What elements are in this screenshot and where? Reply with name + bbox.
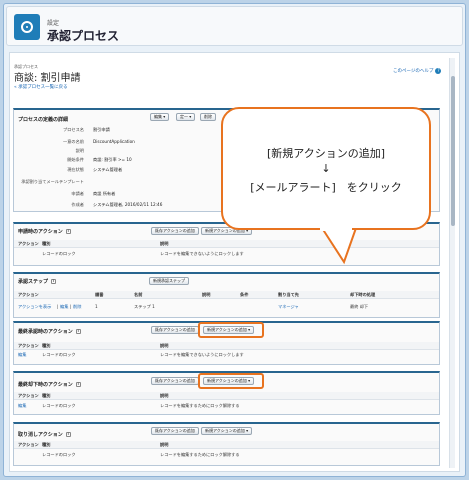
info-icon[interactable]: i [75, 382, 81, 387]
col-action: アクション [18, 393, 39, 398]
col-description: 説明 [160, 393, 169, 398]
step-order: 1 [95, 304, 98, 309]
approval-steps-heading: 承認ステップ i [18, 278, 57, 285]
initial-actions-heading: 申請時のアクション i [18, 228, 71, 235]
field-label-current-state: 現在状態 [67, 167, 84, 172]
info-icon[interactable]: i [75, 329, 81, 334]
table-header [14, 441, 439, 449]
approval-steps-title: 承認ステップ [18, 279, 49, 285]
help-link-label[interactable]: このページのヘルプ [393, 69, 433, 74]
callout-box: [新規アクションの追加] ↓ [メールアラート] をクリック [221, 107, 431, 230]
edit-step-link[interactable]: 編集 [60, 304, 68, 310]
approval-process-icon [14, 14, 40, 40]
callout-pointer-join [320, 225, 352, 231]
field-value-submitter: 商談 所有者 [93, 191, 116, 196]
col-action: アクション [18, 442, 39, 447]
field-label-process-name: プロセス名 [63, 127, 84, 132]
callout-arrow: ↓ [321, 162, 331, 175]
field-value-current-state: システム管理者 [93, 167, 123, 172]
row-description: レコードを編集するためにロック解除する [160, 403, 240, 408]
table-header [14, 240, 439, 248]
header-subtitle: 設定 [47, 20, 60, 27]
col-action: アクション [18, 292, 39, 297]
highlight-new-action-button [198, 373, 264, 389]
col-criteria: 条件 [240, 292, 249, 297]
col-description: 説明 [160, 241, 169, 246]
col-action: アクション [18, 241, 39, 246]
row-type: レコードのロック [42, 251, 76, 256]
edit-button[interactable]: 編集 [150, 113, 170, 121]
help-icon[interactable]: ? [435, 68, 442, 74]
show-actions-link[interactable]: アクションを表示 [18, 304, 51, 310]
col-order: 順番 [95, 292, 104, 297]
edit-action-link[interactable]: 編集 [18, 352, 26, 358]
recall-actions-title: 取り消しアクション [18, 432, 63, 438]
field-label-submitter: 申請者 [71, 191, 84, 196]
add-existing-action-button[interactable]: 既存アクションの追加 [151, 326, 199, 334]
callout-line-1: [新規アクションの追加] [266, 147, 386, 160]
definition-heading: プロセスの定義の詳細 [18, 117, 69, 123]
highlight-new-action-button [198, 322, 264, 338]
step-assignee[interactable]: マネージャ [278, 304, 299, 310]
col-type: 種別 [42, 241, 51, 246]
page-title: 承認プロセス [47, 29, 120, 43]
add-existing-action-button[interactable]: 既存アクションの追加 [151, 427, 199, 435]
final-rejection-heading: 最終却下時のアクション i [18, 381, 81, 388]
col-type: 種別 [42, 393, 51, 398]
add-new-action-button[interactable]: 新規アクションの追加 [201, 427, 253, 435]
final-rejection-title: 最終却下時のアクション [18, 382, 73, 388]
edit-action-link[interactable]: 編集 [18, 403, 26, 409]
field-label-created-by: 作成者 [71, 202, 84, 207]
col-assignee: 割り当て先 [278, 292, 299, 297]
col-action: アクション [18, 343, 39, 348]
add-existing-action-button[interactable]: 既存アクションの追加 [151, 227, 199, 235]
table-header [14, 392, 439, 400]
field-value-created-by[interactable]: システム管理者, 2016/02/11 12:46 [93, 202, 162, 208]
col-type: 種別 [42, 343, 51, 348]
field-label-entry-criteria: 開始条件 [67, 157, 84, 162]
callout-line-2: [メールアラート] をクリック [250, 181, 402, 194]
row-type: レコードのロック [42, 403, 76, 408]
step-name: ステップ 1 [134, 304, 155, 309]
info-icon[interactable]: i [65, 432, 71, 437]
callout-pointer [321, 227, 357, 265]
col-type: 種別 [42, 442, 51, 447]
delete-step-link[interactable]: 削除 [73, 304, 81, 310]
step-reject-behavior: 最終 却下 [350, 304, 369, 309]
field-label-unique-name: 一意の名前 [63, 139, 84, 144]
table-header [14, 342, 439, 350]
definition-button-2[interactable]: 定一 [176, 113, 196, 121]
delete-button[interactable]: 削除 [200, 113, 216, 121]
info-icon[interactable]: i [65, 229, 71, 234]
col-description: 説明 [202, 292, 211, 297]
final-approval-title: 最終承認時のアクション [18, 329, 73, 335]
back-to-list-link[interactable]: « 承認プロセス一覧に戻る [14, 84, 68, 90]
col-description: 説明 [160, 442, 169, 447]
col-reject-behavior: 却下時の処理 [350, 292, 376, 297]
col-name: 名前 [134, 292, 143, 297]
row-description: レコードを編集できないようにロックします [160, 352, 244, 357]
row-type: レコードのロック [42, 452, 76, 457]
scrollbar[interactable] [449, 58, 455, 468]
table-header [14, 291, 439, 299]
field-value-unique-name: DiscountApplication [93, 139, 135, 144]
record-title: 商談: 割引申請 [14, 73, 81, 84]
help-link[interactable]: このページのヘルプ? [393, 68, 442, 74]
row-description: レコードを編集できないようにロックします [160, 251, 244, 256]
page-header: 設定 承認プロセス [6, 6, 463, 46]
row-type: レコードのロック [42, 352, 76, 357]
new-approval-step-button[interactable]: 新規承認ステップ [149, 277, 189, 285]
initial-actions-title: 申請時のアクション [18, 229, 63, 235]
col-description: 説明 [160, 343, 169, 348]
field-label-email-template: 承認割り当てメールテンプレート [21, 179, 84, 184]
scrollbar-thumb[interactable] [451, 76, 455, 226]
field-label-description: 説明 [75, 148, 84, 153]
row-description: レコードを編集するためにロック解除する [160, 452, 240, 457]
info-icon[interactable]: i [51, 279, 57, 284]
add-existing-action-button[interactable]: 既存アクションの追加 [151, 377, 199, 385]
recall-actions-heading: 取り消しアクション i [18, 431, 71, 438]
field-value-process-name: 割引申請 [93, 127, 110, 132]
final-approval-heading: 最終承認時のアクション i [18, 328, 81, 335]
field-value-entry-criteria: 商談: 割引率 >= 10 [93, 157, 132, 162]
